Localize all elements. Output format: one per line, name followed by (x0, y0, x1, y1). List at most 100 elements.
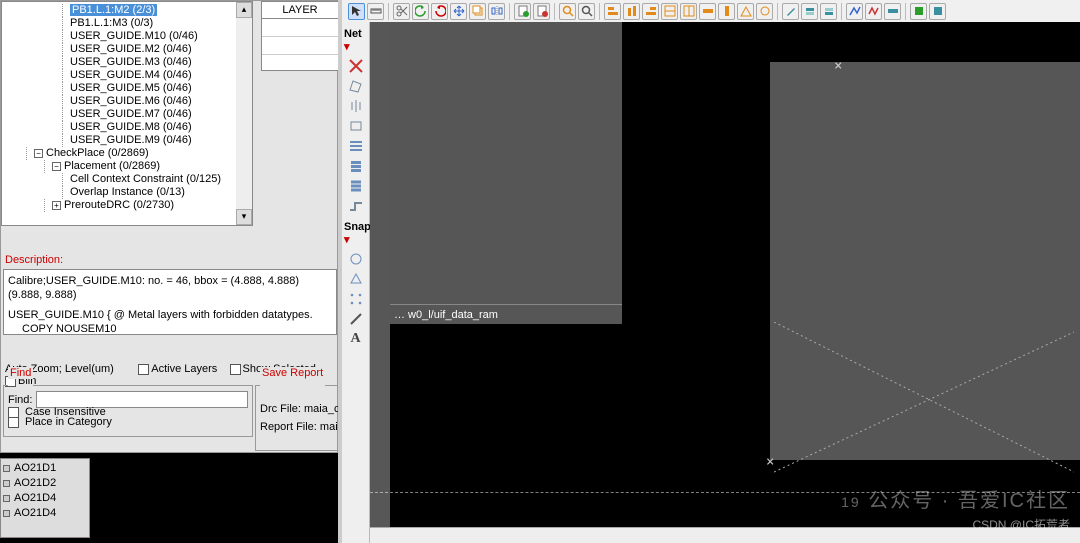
show-selected-checkbox[interactable] (230, 364, 241, 375)
text-tool-icon[interactable]: A (346, 330, 366, 348)
orange-tool-icon[interactable] (699, 3, 716, 20)
sheet-green-icon[interactable] (514, 3, 531, 20)
tree-row[interactable]: −CheckPlace (0/2869) (8, 147, 252, 160)
error-tree[interactable]: PB1.L.1:M2 (2/3) PB1.L.1:M3 (0/3) USER_G… (1, 1, 253, 226)
toolbar-separator (777, 3, 778, 20)
teal-box-icon[interactable] (929, 3, 946, 20)
collapse-icon[interactable]: − (52, 162, 61, 171)
snap-circle-icon[interactable] (346, 250, 366, 268)
zigzag-icon[interactable] (865, 3, 882, 20)
description-title: Description: (5, 254, 63, 266)
bars-tool-icon[interactable] (346, 137, 366, 155)
redo-icon[interactable] (431, 3, 448, 20)
tree-row[interactable]: USER_GUIDE.M10 (0/46) (8, 30, 252, 43)
tree-row[interactable]: Overlap Instance (0/13) (8, 186, 252, 199)
place-category-label: Place in Category (25, 416, 112, 428)
rect-tool-icon[interactable] (346, 117, 366, 135)
net-palette-header[interactable]: Net ▾ (342, 22, 369, 55)
list-item[interactable]: AO21D1 (3, 461, 87, 476)
snap-poly-icon[interactable] (346, 270, 366, 288)
bars2-tool-icon[interactable] (346, 177, 366, 195)
tree-row[interactable]: USER_GUIDE.M4 (0/46) (8, 69, 252, 82)
orange-tool-icon[interactable] (756, 3, 773, 20)
orange-tool-icon[interactable] (680, 3, 697, 20)
scroll-down-icon[interactable]: ▾ (236, 209, 252, 225)
copy-icon[interactable] (469, 3, 486, 20)
expand-icon[interactable]: + (52, 201, 61, 210)
scissors-icon[interactable] (393, 3, 410, 20)
tree-row[interactable]: PB1.L.1:M3 (0/3) (8, 17, 252, 30)
scroll-up-icon[interactable]: ▴ (236, 2, 252, 18)
path-icon[interactable] (846, 3, 863, 20)
find-section: Find Find: Case Insensitive Place in Cat… (3, 379, 253, 437)
green-box-icon[interactable] (910, 3, 927, 20)
place-category-checkbox[interactable] (8, 417, 19, 428)
align-left-icon[interactable] (604, 3, 621, 20)
active-layers-label: Active Layers (151, 363, 217, 375)
align-down-icon[interactable] (623, 3, 640, 20)
layer-row[interactable] (262, 19, 338, 37)
pencil-icon[interactable] (782, 3, 799, 20)
layer-table[interactable]: LAYER (261, 1, 339, 71)
align-right-icon[interactable] (642, 3, 659, 20)
sheet-red-icon[interactable] (533, 3, 550, 20)
tree-row[interactable]: +PrerouteDRC (0/2730) (8, 199, 252, 212)
poly-tool-icon[interactable] (346, 77, 366, 95)
tree-row[interactable]: PB1.L.1:M2 (2/3) (8, 4, 252, 17)
report-file-label: Report File: (260, 421, 317, 433)
undo-icon[interactable] (412, 3, 429, 20)
description-box: Calibre;USER_GUIDE.M10: no. = 46, bbox =… (3, 269, 337, 335)
palette-toolbar: Net ▾ Snap ▾ A (342, 22, 370, 543)
layout-canvas[interactable]: … w0_l/uif_data_ram × × (370, 22, 1080, 527)
scroll-track[interactable] (236, 18, 252, 209)
tree-row[interactable]: USER_GUIDE.M8 (0/46) (8, 121, 252, 134)
drc-file-value: maia_c (304, 403, 339, 415)
stack-tool-icon[interactable] (346, 157, 366, 175)
tree-scrollbar[interactable]: ▴ ▾ (236, 2, 252, 225)
chevron-down-icon[interactable]: ▾ (344, 234, 350, 246)
move-icon[interactable] (450, 3, 467, 20)
list-item[interactable]: AO21D4 (3, 491, 87, 506)
toolbar-separator (554, 3, 555, 20)
watermark-text: 19 公众号 · 吾爱IC社区 (841, 484, 1070, 513)
ruler2-icon[interactable] (884, 3, 901, 20)
mirror-icon[interactable] (488, 3, 505, 20)
canvas-region[interactable] (390, 22, 622, 324)
collapse-icon[interactable]: − (34, 149, 43, 158)
toolbar-separator (841, 3, 842, 20)
tree-row[interactable]: USER_GUIDE.M5 (0/46) (8, 82, 252, 95)
list-item[interactable]: AO21D4 (3, 506, 87, 521)
magnifier-icon[interactable] (578, 3, 595, 20)
layer-up-icon[interactable] (801, 3, 818, 20)
zoom-icon[interactable] (559, 3, 576, 20)
tree-row[interactable]: USER_GUIDE.M2 (0/46) (8, 43, 252, 56)
active-layers-checkbox[interactable] (138, 364, 149, 375)
snap-dots-icon[interactable] (346, 290, 366, 308)
select-cursor-icon[interactable] (348, 3, 365, 20)
snap-palette-header[interactable]: Snap ▾ (342, 215, 369, 248)
cross-tool-icon[interactable] (346, 57, 366, 75)
offset-tool-icon[interactable] (346, 197, 366, 215)
slash-tool-icon[interactable] (346, 310, 366, 328)
chevron-down-icon[interactable]: ▾ (344, 41, 350, 53)
cell-list[interactable]: AO21D1 AO21D2 AO21D4 AO21D4 (0, 458, 90, 538)
tree-row[interactable]: USER_GUIDE.M9 (0/46) (8, 134, 252, 147)
tree-row[interactable]: Cell Context Constraint (0/125) (8, 173, 252, 186)
cell-icon (3, 495, 10, 502)
splitv-tool-icon[interactable] (346, 97, 366, 115)
cell-icon (3, 465, 10, 472)
layer-row[interactable] (262, 37, 338, 55)
list-item[interactable]: AO21D2 (3, 476, 87, 491)
orange-tool-icon[interactable] (737, 3, 754, 20)
layer-down-icon[interactable] (820, 3, 837, 20)
marker-icon: × (834, 58, 842, 74)
ruler-icon[interactable] (367, 3, 384, 20)
tree-row[interactable]: −Placement (0/2869) (8, 160, 252, 173)
tree-row[interactable]: USER_GUIDE.M6 (0/46) (8, 95, 252, 108)
orange-tool-icon[interactable] (718, 3, 735, 20)
layer-header: LAYER (262, 2, 338, 19)
tree-row[interactable]: USER_GUIDE.M3 (0/46) (8, 56, 252, 69)
tree-row[interactable]: USER_GUIDE.M7 (0/46) (8, 108, 252, 121)
orange-tool-icon[interactable] (661, 3, 678, 20)
toolbar-separator (509, 3, 510, 20)
